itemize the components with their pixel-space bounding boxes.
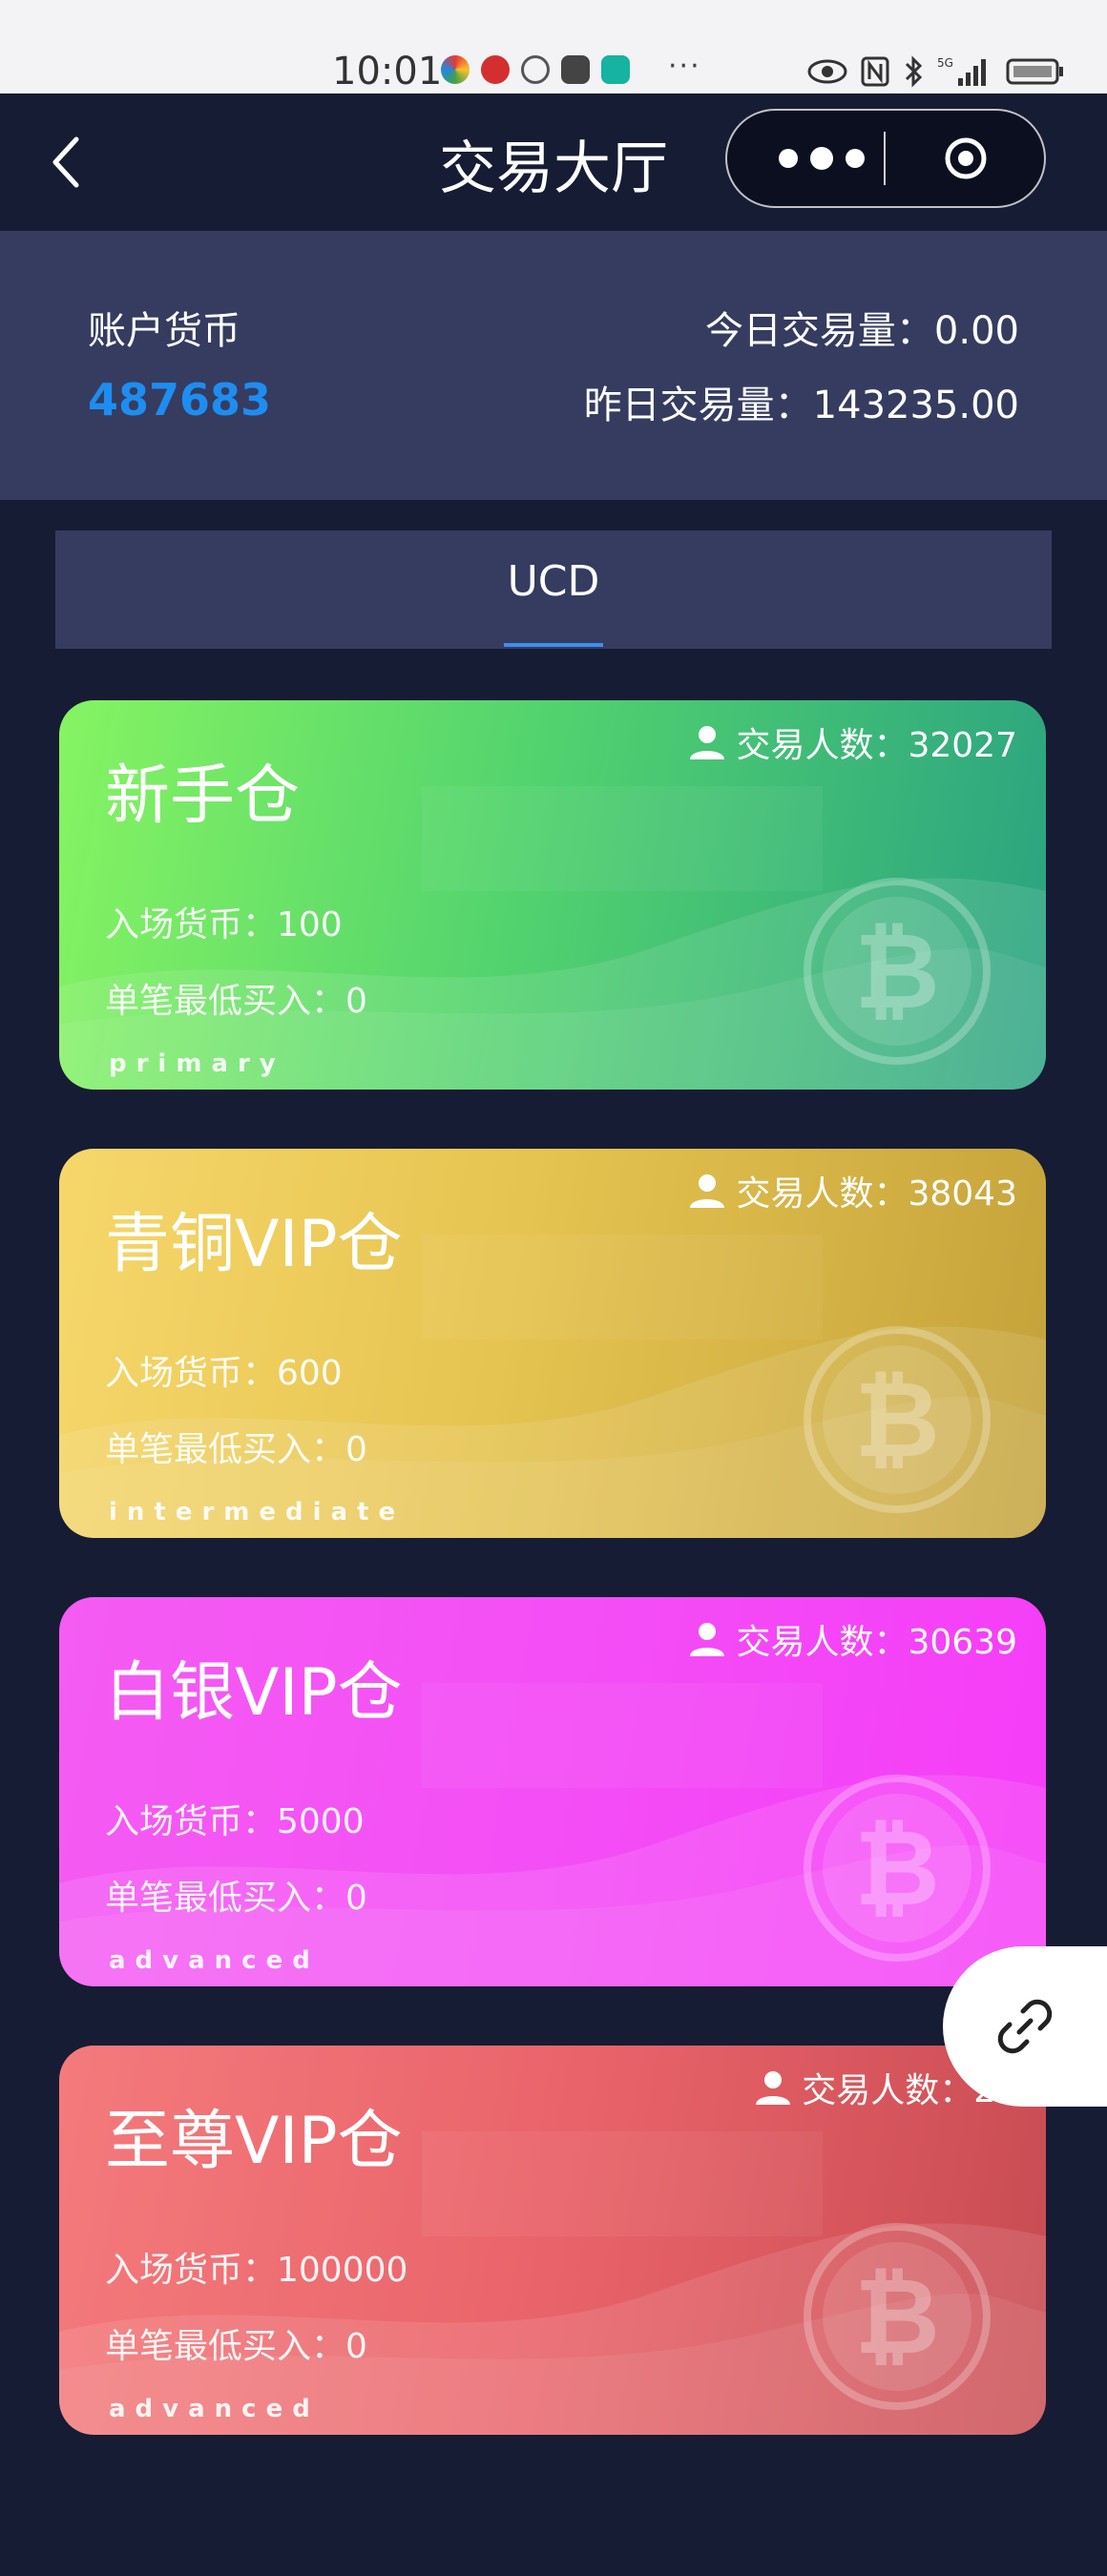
overflow-indicator: ··· <box>668 50 701 83</box>
min-buy: 单笔最低买入：0 <box>105 1430 367 1469</box>
card-title: 白银VIP仓 <box>105 1655 403 1731</box>
tab-bar: UCD <box>55 530 1052 649</box>
entry-currency: 入场货币：100000 <box>105 2251 408 2290</box>
svg-text:₿: ₿ <box>854 1359 940 1481</box>
user-icon <box>690 1623 725 1656</box>
svg-text:₿: ₿ <box>854 2255 940 2378</box>
min-buy: 单笔最低买入：0 <box>105 1879 367 1918</box>
nfc-icon <box>861 56 889 87</box>
huawei-app-icon <box>561 55 590 84</box>
min-buy: 单笔最低买入：0 <box>105 982 367 1021</box>
trader-count-text: 交易人数：32027 <box>736 726 1017 765</box>
close-target-icon[interactable] <box>943 135 989 181</box>
user-icon <box>690 1174 725 1208</box>
system-icons: 5G <box>807 55 1065 88</box>
card-newbie[interactable]: 交易人数：32027 新手仓 入场货币：100 单笔最低买入：0 primary… <box>59 700 1046 1090</box>
card-supreme-vip[interactable]: 交易人数：28 至尊VIP仓 入场货币：100000 单笔最低买入：0 adva… <box>59 2046 1046 2435</box>
tab-active-indicator <box>504 643 603 647</box>
card-title: 青铜VIP仓 <box>105 1207 403 1282</box>
card-title: 至尊VIP仓 <box>105 2104 403 2179</box>
card-silver-vip[interactable]: 交易人数：30639 白银VIP仓 入场货币：5000 单笔最低买入：0 adv… <box>59 1597 1046 1986</box>
header-bar: 交易大厅 <box>0 93 1107 231</box>
eye-icon <box>807 59 847 84</box>
trader-count: 交易人数：32027 <box>688 717 1017 767</box>
yesterday-volume: 昨日交易量：143235.00 <box>583 384 1019 427</box>
bitcoin-icon: ₿ <box>804 1326 991 1513</box>
trader-count: 交易人数：38043 <box>688 1166 1017 1215</box>
bluetooth-icon <box>905 55 923 88</box>
signal-5g-icon: 5G <box>937 56 986 86</box>
mini-program-capsule <box>725 109 1046 208</box>
today-volume: 今日交易量：0.00 <box>704 309 1019 353</box>
link-icon <box>997 1999 1053 2054</box>
bitcoin-icon: ₿ <box>804 878 991 1065</box>
bitcoin-icon: ₿ <box>804 2223 991 2410</box>
status-bar: 10:01 ··· 5G <box>0 0 1107 93</box>
more-icon[interactable] <box>769 139 874 177</box>
trader-count-text: 交易人数：38043 <box>736 1174 1017 1214</box>
battery-icon <box>1006 58 1063 85</box>
alert-circle-icon <box>521 55 550 84</box>
green-app-icon <box>601 55 630 84</box>
colorful-app-icon <box>441 55 470 84</box>
tab-ucd[interactable]: UCD <box>504 530 603 649</box>
account-currency-label: 账户货币 <box>88 309 240 353</box>
account-summary: 账户货币 487683 今日交易量：0.00 昨日交易量：143235.00 <box>0 231 1107 500</box>
tab-label: UCD <box>507 557 600 606</box>
svg-text:₿: ₿ <box>854 910 940 1032</box>
capsule-divider <box>884 132 886 185</box>
red-app-icon <box>481 55 510 84</box>
level-label: primary <box>109 1049 285 1078</box>
status-time: 10:01 <box>332 50 443 93</box>
level-label: intermediate <box>109 1498 406 1527</box>
level-label: advanced <box>109 1946 320 1975</box>
entry-currency: 入场货币：600 <box>105 1354 343 1393</box>
user-icon <box>690 726 725 759</box>
account-currency-value: 487683 <box>88 374 272 426</box>
level-label: advanced <box>109 2395 320 2423</box>
notification-icons <box>441 55 630 84</box>
user-icon <box>756 2071 791 2105</box>
floating-link-button[interactable] <box>943 1946 1107 2107</box>
trader-count: 交易人数：30639 <box>688 1614 1017 1664</box>
svg-text:₿: ₿ <box>854 1807 940 1929</box>
entry-currency: 入场货币：100 <box>105 905 343 945</box>
bitcoin-icon: ₿ <box>804 1775 991 1962</box>
trader-count-text: 交易人数：30639 <box>736 1623 1017 1662</box>
card-title: 新手仓 <box>105 758 301 834</box>
card-bronze-vip[interactable]: 交易人数：38043 青铜VIP仓 入场货币：600 单笔最低买入：0 inte… <box>59 1149 1046 1538</box>
entry-currency: 入场货币：5000 <box>105 1802 365 1841</box>
min-buy: 单笔最低买入：0 <box>105 2327 367 2366</box>
svg-text:5G: 5G <box>937 56 953 70</box>
